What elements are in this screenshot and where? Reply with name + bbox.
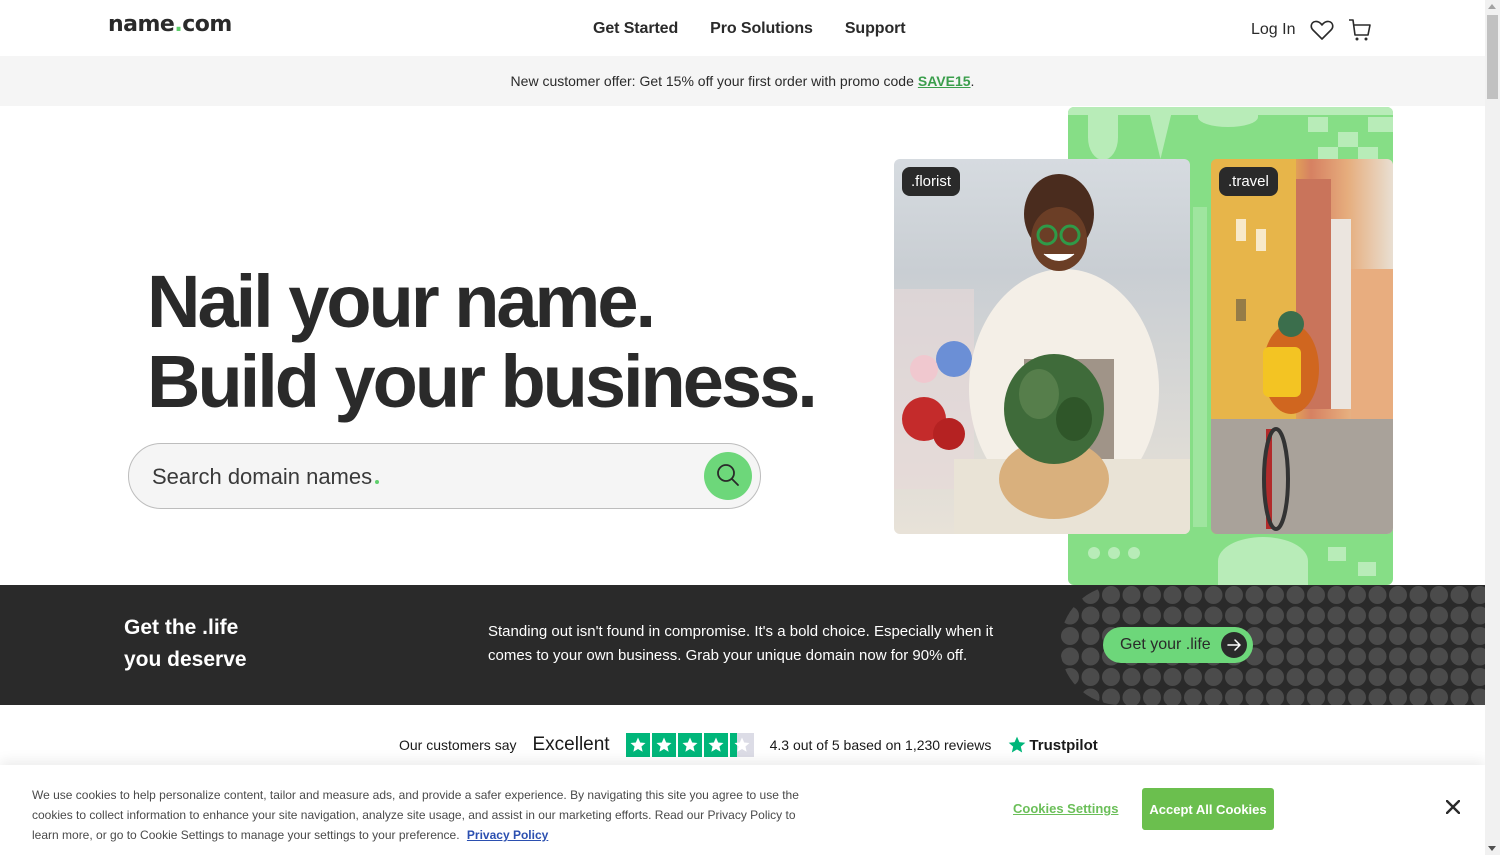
cookie-banner: We use cookies to help personalize conte…: [0, 765, 1485, 855]
arrow-right-icon: [1220, 632, 1247, 658]
cart-icon[interactable]: [1347, 17, 1373, 43]
scroll-up-arrow-icon[interactable]: [1488, 4, 1496, 9]
placeholder-dot: [375, 480, 379, 484]
search-icon: [715, 462, 741, 491]
main-nav: Get Started Pro Solutions Support: [593, 20, 906, 38]
get-your-life-button[interactable]: Get your .life: [1103, 627, 1253, 663]
scroll-down-arrow-icon[interactable]: [1488, 846, 1496, 851]
nav-support[interactable]: Support: [845, 20, 906, 38]
page: name.com Get Started Pro Solutions Suppo…: [0, 0, 1485, 855]
logo[interactable]: name.com: [108, 12, 232, 37]
logo-suffix: com: [182, 12, 232, 37]
travel-illustration: [1211, 159, 1393, 534]
life-description: Standing out isn't found in compromise. …: [488, 623, 994, 664]
trustpilot-stars: [625, 733, 754, 757]
star-icon: [703, 733, 728, 757]
trustpilot-logo: Trustpilot: [1007, 735, 1098, 755]
promo-text: New customer offer: Get 15% off your fir…: [510, 73, 914, 89]
hero-title-line-1: Nail your name.: [147, 260, 656, 343]
star-icon: [625, 733, 650, 757]
accept-all-cookies-button[interactable]: Accept All Cookies: [1142, 788, 1274, 830]
promo-code-link[interactable]: SAVE15: [918, 73, 971, 89]
trustpilot-star-icon: [1009, 736, 1026, 753]
hero-title: Nail your name. Build your business.: [147, 260, 818, 423]
close-cookie-banner-button[interactable]: [1443, 798, 1463, 818]
trustpilot-widget[interactable]: Our customers say Excellent 4.3 out of 5…: [399, 731, 1098, 759]
domain-search: [128, 443, 761, 509]
life-title-line-1: Get the .life: [124, 616, 239, 639]
domain-search-input[interactable]: [152, 462, 692, 492]
star-icon: [651, 733, 676, 757]
nav-pro-solutions[interactable]: Pro Solutions: [710, 20, 813, 38]
login-link[interactable]: Log In: [1251, 21, 1295, 39]
trustpilot-rating-word: Excellent: [532, 734, 610, 755]
logo-text: name: [108, 12, 175, 37]
promo-trailing: .: [970, 73, 975, 89]
heart-icon[interactable]: [1309, 17, 1335, 43]
nav-get-started[interactable]: Get Started: [593, 20, 678, 38]
site-header: name.com Get Started Pro Solutions Suppo…: [0, 0, 1485, 56]
florist-illustration: [894, 174, 1190, 534]
cookie-message: We use cookies to help personalize conte…: [32, 788, 799, 842]
florist-image: .florist: [894, 159, 1190, 534]
life-title: Get the .life you deserve: [124, 612, 247, 676]
search-button[interactable]: [704, 452, 752, 500]
page-scrollbar[interactable]: [1485, 0, 1500, 855]
star-icon: [677, 733, 702, 757]
cookie-text: We use cookies to help personalize conte…: [32, 785, 812, 845]
trustpilot-brand: Trustpilot: [1029, 736, 1098, 754]
scrollbar-thumb[interactable]: [1487, 15, 1498, 99]
trustpilot-lead: Our customers say: [399, 737, 517, 753]
promo-bar: New customer offer: Get 15% off your fir…: [0, 56, 1485, 106]
life-promo-band: Get the .life you deserve Standing out i…: [0, 585, 1485, 705]
privacy-policy-link[interactable]: Privacy Policy: [467, 828, 548, 842]
tag-florist: .florist: [902, 167, 961, 196]
close-icon: [1445, 799, 1461, 817]
header-actions: Log In: [1251, 17, 1385, 43]
travel-image: .travel: [1211, 159, 1393, 534]
cookies-settings-button[interactable]: Cookies Settings: [1013, 801, 1118, 816]
tag-travel: .travel: [1219, 167, 1278, 196]
get-your-life-label: Get your .life: [1120, 636, 1211, 653]
hero-title-line-2: Build your business.: [147, 340, 818, 423]
life-title-line-2: you deserve: [124, 648, 247, 671]
star-partial-icon: [729, 733, 754, 757]
trustpilot-summary: 4.3 out of 5 based on 1,230 reviews: [769, 737, 992, 753]
